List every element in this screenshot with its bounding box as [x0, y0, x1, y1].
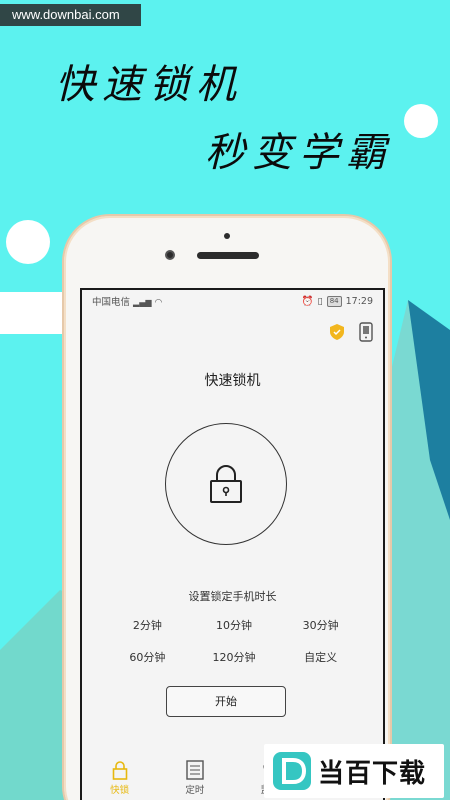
phone-settings-icon[interactable] — [359, 322, 373, 346]
alarm-icon: ⏰ — [301, 295, 314, 307]
promo-headline-2: 秒变学霸 — [205, 130, 393, 176]
phone-camera — [165, 250, 175, 260]
brand-watermark: 当百下载 — [264, 744, 444, 798]
brand-logo-icon — [273, 752, 311, 790]
padlock-icon — [210, 465, 242, 503]
option-60-min[interactable]: 60分钟 — [104, 650, 191, 666]
decor-circle — [6, 220, 50, 264]
phone-sensor — [224, 233, 230, 239]
decor-circle — [404, 104, 438, 138]
duration-options: 2分钟 10分钟 30分钟 60分钟 120分钟 自定义 — [104, 618, 364, 666]
option-2-min[interactable]: 2分钟 — [104, 618, 191, 634]
schedule-list-icon — [185, 758, 205, 782]
status-bar: 中国电信 ▂▄▆ ◠ ⏰ ▯ 84 17:29 — [82, 290, 383, 312]
shield-icon[interactable] — [329, 323, 345, 345]
page-title: 快速锁机 — [204, 373, 261, 389]
carrier-label: 中国电信 — [92, 297, 131, 308]
header-actions — [329, 322, 373, 346]
option-custom[interactable]: 自定义 — [277, 650, 364, 666]
vibrate-icon: ▯ — [317, 295, 323, 307]
battery-icon: 84 — [326, 295, 342, 307]
signal-icon: ▂▄▆ — [133, 298, 152, 307]
option-30-min[interactable]: 30分钟 — [277, 618, 364, 634]
tab-quick-lock[interactable]: 快锁 — [90, 758, 150, 796]
duration-label: 设置锁定手机时长 — [188, 590, 277, 603]
phone-speaker — [197, 252, 259, 259]
site-watermark: www.downbai.com — [0, 4, 141, 26]
app-screen: 中国电信 ▂▄▆ ◠ ⏰ ▯ 84 17:29 快速锁机 设置锁定手机时长 2分… — [80, 288, 385, 800]
start-button[interactable]: 开始 — [166, 686, 286, 717]
tab-label: 定时 — [185, 785, 205, 796]
status-right: ⏰ ▯ 84 17:29 — [301, 295, 373, 307]
brand-text: 当百下载 — [318, 758, 427, 789]
option-120-min[interactable]: 120分钟 — [191, 650, 278, 666]
status-left: 中国电信 ▂▄▆ ◠ — [92, 294, 162, 308]
tab-schedule[interactable]: 定时 — [165, 758, 225, 796]
lock-icon — [112, 758, 128, 782]
option-10-min[interactable]: 10分钟 — [191, 618, 278, 634]
promo-headline-1: 快速锁机 — [55, 62, 243, 108]
wifi-icon: ◠ — [154, 298, 163, 308]
clock: 17:29 — [345, 295, 373, 307]
tab-label: 快锁 — [110, 785, 130, 796]
lock-button[interactable] — [165, 423, 287, 545]
